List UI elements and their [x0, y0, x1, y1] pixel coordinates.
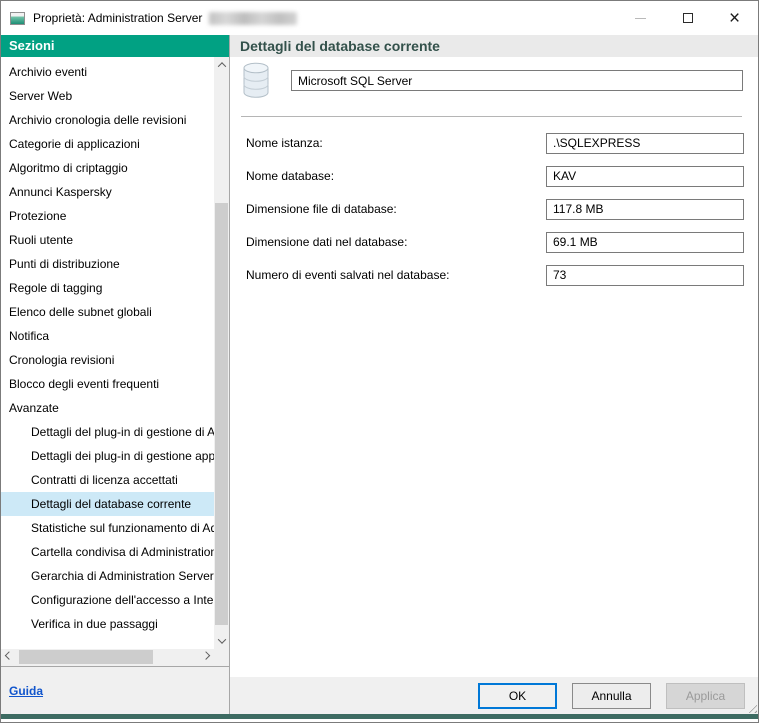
horizontal-scrollbar[interactable] — [1, 649, 229, 667]
chevron-down-icon — [217, 635, 225, 643]
sections-sidebar: Sezioni Archivio eventiServer WebArchivi… — [1, 35, 230, 714]
field-value-box[interactable]: 117.8 MB — [546, 199, 744, 220]
sidebar-item[interactable]: Server Web — [1, 84, 214, 108]
maximize-icon — [683, 13, 693, 23]
chevron-right-icon — [202, 651, 210, 659]
database-icon — [241, 62, 271, 99]
sidebar-item[interactable]: Algoritmo di criptaggio — [1, 156, 214, 180]
field-value-box[interactable]: .\SQLEXPRESS — [546, 133, 744, 154]
window-controls: × — [617, 1, 758, 35]
properties-dialog: Proprietà: Administration Server × Sezio… — [0, 0, 759, 723]
sidebar-item[interactable]: Annunci Kaspersky — [1, 180, 214, 204]
sidebar-item[interactable]: Cartella condivisa di Administration Ser… — [1, 540, 214, 564]
panel-title: Dettagli del database corrente — [230, 35, 758, 57]
sidebar-item[interactable]: Punti di distribuzione — [1, 252, 214, 276]
scroll-left-button[interactable] — [1, 649, 17, 665]
sidebar-item[interactable]: Notifica — [1, 324, 214, 348]
sidebar-item[interactable]: Archivio cronologia delle revisioni — [1, 108, 214, 132]
sections-list-wrap: Archivio eventiServer WebArchivio cronol… — [1, 57, 229, 649]
sections-list: Archivio eventiServer WebArchivio cronol… — [1, 60, 214, 636]
sidebar-item[interactable]: Categorie di applicazioni — [1, 132, 214, 156]
details-panel: Dettagli del database corrente Microsoft… — [230, 35, 758, 714]
scroll-up-button[interactable] — [214, 57, 229, 73]
database-fields: Nome istanza:.\SQLEXPRESS Nome database:K… — [246, 133, 744, 298]
titlebar: Proprietà: Administration Server × — [1, 1, 758, 35]
scroll-down-button[interactable] — [214, 633, 229, 649]
left-footer: Guida — [1, 667, 229, 714]
dialog-footer: OK Annulla Applica — [230, 677, 758, 714]
separator-line — [241, 116, 742, 117]
sidebar-item[interactable]: Avanzate — [1, 396, 214, 420]
sidebar-item[interactable]: Archivio eventi — [1, 60, 214, 84]
scroll-right-button[interactable] — [198, 649, 214, 665]
panel-content: Microsoft SQL Server Nome istanza:.\SQLE… — [230, 57, 758, 677]
field-row: Nome istanza:.\SQLEXPRESS — [246, 133, 744, 154]
sidebar-item[interactable]: Regole di tagging — [1, 276, 214, 300]
minimize-button[interactable] — [617, 1, 664, 35]
sections-header: Sezioni — [1, 35, 229, 57]
sidebar-item[interactable]: Configurazione dell'accesso a Internet — [1, 588, 214, 612]
field-row: Nome database:KAV — [246, 166, 744, 187]
database-type-field[interactable]: Microsoft SQL Server — [291, 70, 743, 91]
sidebar-item[interactable]: Contratti di licenza accettati — [1, 468, 214, 492]
field-value-box[interactable]: 69.1 MB — [546, 232, 744, 253]
sidebar-item[interactable]: Dettagli del database corrente — [1, 492, 214, 516]
field-row: Numero di eventi salvati nel database:73 — [246, 265, 744, 286]
help-link[interactable]: Guida — [9, 684, 43, 698]
close-icon: × — [729, 9, 740, 28]
sidebar-item[interactable]: Verifica in due passaggi — [1, 612, 214, 636]
resize-grip-icon[interactable] — [745, 701, 757, 713]
sidebar-item[interactable]: Elenco delle subnet globali — [1, 300, 214, 324]
chevron-up-icon — [217, 62, 225, 70]
sidebar-item[interactable]: Statistiche sul funzionamento di Adminis… — [1, 516, 214, 540]
sidebar-item[interactable]: Protezione — [1, 204, 214, 228]
window-title: Proprietà: Administration Server — [33, 11, 202, 25]
app-icon — [10, 12, 25, 25]
vertical-scrollbar-thumb[interactable] — [215, 203, 228, 625]
sidebar-item[interactable]: Gerarchia di Administration Server — [1, 564, 214, 588]
field-row: Dimensione file di database:117.8 MB — [246, 199, 744, 220]
sidebar-item[interactable]: Dettagli dei plug-in di gestione applica… — [1, 444, 214, 468]
sidebar-item[interactable]: Dettagli del plug-in di gestione di Admi… — [1, 420, 214, 444]
apply-button[interactable]: Applica — [666, 683, 745, 709]
sidebar-item[interactable]: Cronologia revisioni — [1, 348, 214, 372]
vertical-scrollbar[interactable] — [214, 57, 229, 649]
field-row: Dimensione dati nel database:69.1 MB — [246, 232, 744, 253]
ok-button[interactable]: OK — [478, 683, 557, 709]
close-button[interactable]: × — [711, 1, 758, 35]
maximize-button[interactable] — [664, 1, 711, 35]
field-value-box[interactable]: 73 — [546, 265, 744, 286]
field-value-box[interactable]: KAV — [546, 166, 744, 187]
database-type-row: Microsoft SQL Server — [241, 62, 743, 99]
sidebar-item[interactable]: Blocco degli eventi frequenti — [1, 372, 214, 396]
minimize-icon — [635, 18, 646, 19]
chevron-left-icon — [5, 651, 13, 659]
redacted-server-name — [209, 12, 297, 25]
bottom-white-strip — [1, 719, 758, 722]
cancel-button[interactable]: Annulla — [572, 683, 651, 709]
horizontal-scrollbar-thumb[interactable] — [19, 650, 153, 664]
sidebar-item[interactable]: Ruoli utente — [1, 228, 214, 252]
